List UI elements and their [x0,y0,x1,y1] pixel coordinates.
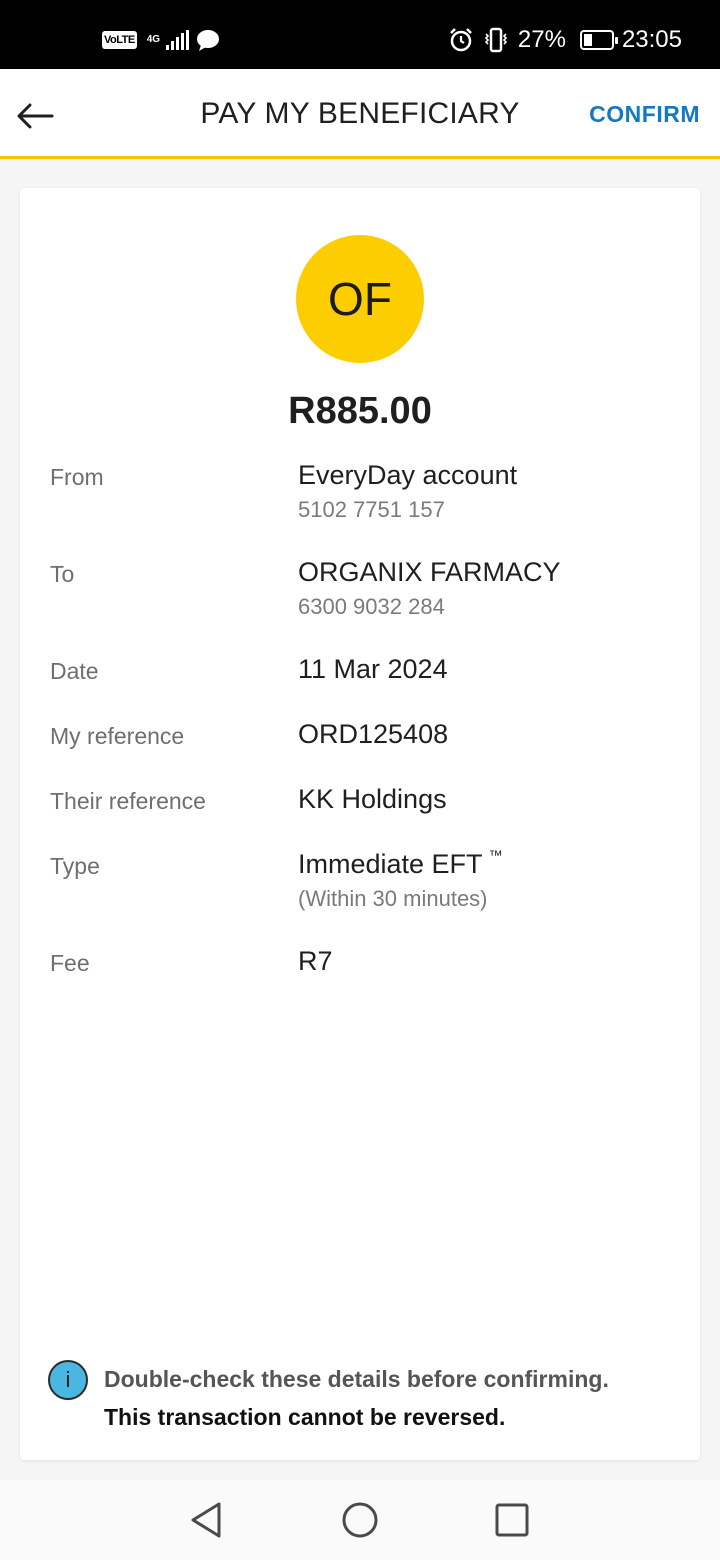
system-nav-bar [0,1480,720,1560]
circle-home-icon [342,1502,378,1538]
status-bar: VoLTE 4G 27% 23:05 [0,0,720,69]
payment-type: Immediate EFT ™ [298,847,503,880]
to-beneficiary: ORGANIX FARMACY [298,557,561,587]
battery-percent: 27% [517,26,566,53]
triangle-back-icon [191,1502,221,1538]
alarm-icon [450,28,472,52]
message-icon [197,30,220,51]
their-reference-label: Their reference [50,788,206,814]
payment-fee: R7 [298,946,333,976]
volte-badge: VoLTE [102,31,137,49]
from-account: EveryDay account [298,460,518,490]
payment-amount: R885.00 [288,390,432,432]
nav-recents-button[interactable] [492,1500,532,1540]
my-reference: ORD125408 [298,719,449,749]
square-recents-icon [495,1503,529,1537]
info-icon: i [48,1360,88,1400]
confirm-button[interactable]: CONFIRM [589,101,700,128]
payment-type-text: Immediate EFT [298,849,483,879]
trademark-symbol: ™ [488,847,503,863]
network-type: 4G [146,34,161,45]
date-label: Date [50,658,99,684]
payment-date: 11 Mar 2024 [298,654,448,684]
notice-line-2: This transaction cannot be reversed. [104,1404,506,1430]
signal-icon [166,30,190,50]
battery-icon [579,30,618,50]
from-label: From [50,464,104,490]
payment-summary-card: OF R885.00 From EveryDay account 5102 77… [20,188,700,1460]
to-account-number: 6300 9032 284 [298,594,445,619]
notice-line-1: Double-check these details before confir… [104,1366,609,1392]
clock: 23:05 [621,26,682,53]
to-label: To [50,561,75,587]
my-reference-label: My reference [50,723,185,749]
fee-label: Fee [50,950,90,976]
payment-type-note: (Within 30 minutes) [298,886,488,911]
status-right: 27% 23:05 [448,26,682,54]
vibrate-icon [484,27,508,53]
from-account-number: 5102 7751 157 [298,497,445,522]
beneficiary-avatar: OF [296,235,424,363]
nav-back-button[interactable] [186,1500,226,1540]
nav-home-button[interactable] [340,1500,380,1540]
their-reference: KK Holdings [298,784,447,814]
type-label: Type [50,853,100,879]
app-bar: PAY MY BENEFICIARY CONFIRM [0,69,720,159]
status-left: VoLTE 4G [102,28,221,52]
